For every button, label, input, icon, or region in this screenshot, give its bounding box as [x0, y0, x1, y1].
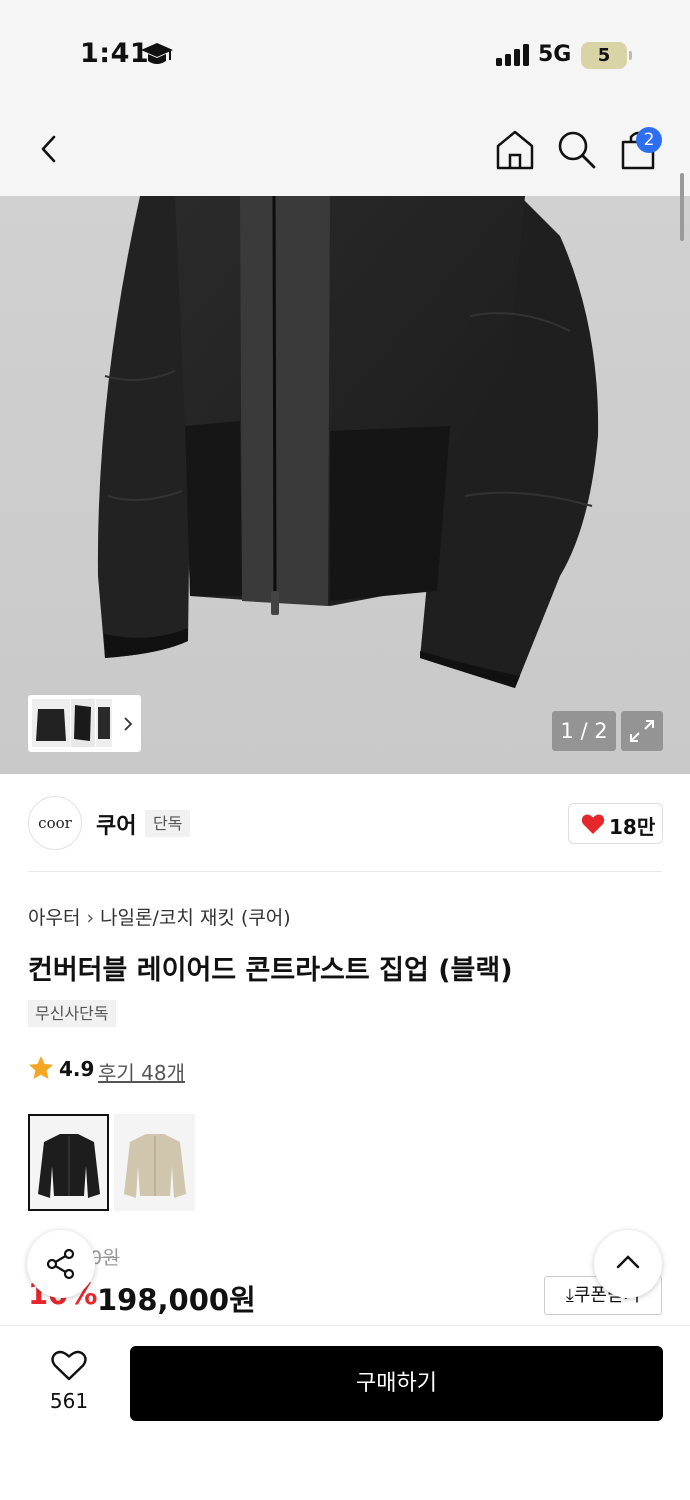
heart-outline-icon — [51, 1350, 87, 1381]
review-link[interactable]: 후기 48개 — [98, 1057, 185, 1086]
chevron-right-icon — [124, 717, 133, 731]
divider — [28, 871, 662, 872]
image-counter: 1 / 2 — [552, 711, 616, 751]
brand-logo[interactable]: coor — [28, 796, 82, 850]
battery-icon: 5 — [581, 42, 632, 69]
buy-button[interactable]: 구매하기 — [130, 1346, 663, 1421]
scroll-indicator[interactable] — [680, 173, 684, 241]
jacket-photo — [97, 196, 599, 688]
status-time: 1:41 — [80, 38, 150, 69]
star-icon — [29, 1056, 53, 1079]
share-button[interactable] — [27, 1230, 95, 1298]
breadcrumb-item[interactable]: 아우터 — [28, 907, 80, 929]
expand-icon[interactable] — [621, 711, 663, 751]
brand-like-button[interactable]: 18만 — [568, 803, 663, 844]
chevron-up-icon — [616, 1255, 640, 1269]
status-bar: 1:41 5G 5 — [0, 0, 690, 100]
cellular-signal-icon — [496, 44, 530, 66]
exclusive-badge: 단독 — [145, 810, 191, 837]
brand-name[interactable]: 쿠어 — [96, 808, 136, 840]
share-icon — [46, 1248, 75, 1280]
network-type: 5G — [538, 42, 572, 67]
gallery-thumbnails[interactable] — [28, 695, 141, 752]
search-icon[interactable] — [553, 126, 599, 172]
color-option-black[interactable] — [28, 1114, 109, 1211]
brand-like-count: 18만 — [609, 815, 656, 839]
top-nav-bar — [0, 100, 690, 196]
chevron-left-icon[interactable] — [27, 126, 73, 172]
wishlist-button[interactable]: 561 — [38, 1346, 100, 1416]
rating-value: 4.9 — [59, 1057, 95, 1081]
cart-count-badge: 2 — [636, 127, 662, 153]
wishlist-count: 561 — [49, 1389, 89, 1413]
beige-jacket-thumbnail — [124, 1134, 186, 1198]
graduation-cap-icon — [141, 43, 173, 64]
breadcrumb: 아우터 › 나일론/코치 재킷 (쿠어) — [28, 903, 291, 930]
breadcrumb-item[interactable]: 나일론/코치 재킷 (쿠어) — [100, 907, 291, 929]
rating-row: 4.9 후기 48개 — [28, 1055, 185, 1085]
home-icon[interactable] — [492, 126, 538, 172]
chevron-right-icon: › — [86, 907, 95, 929]
sale-price: 198,000원 — [97, 1283, 256, 1317]
download-icon: ⤓ — [565, 1285, 574, 1306]
color-option-beige[interactable] — [114, 1114, 195, 1211]
scroll-to-top-button[interactable] — [594, 1230, 662, 1298]
black-jacket-thumbnail — [38, 1134, 100, 1198]
product-title: 컨버터블 레이어드 콘트라스트 집업 (블랙) — [28, 955, 513, 986]
product-image[interactable] — [0, 196, 690, 774]
heart-filled-icon — [581, 814, 605, 834]
musinsa-exclusive-tag: 무신사단독 — [28, 1000, 116, 1027]
